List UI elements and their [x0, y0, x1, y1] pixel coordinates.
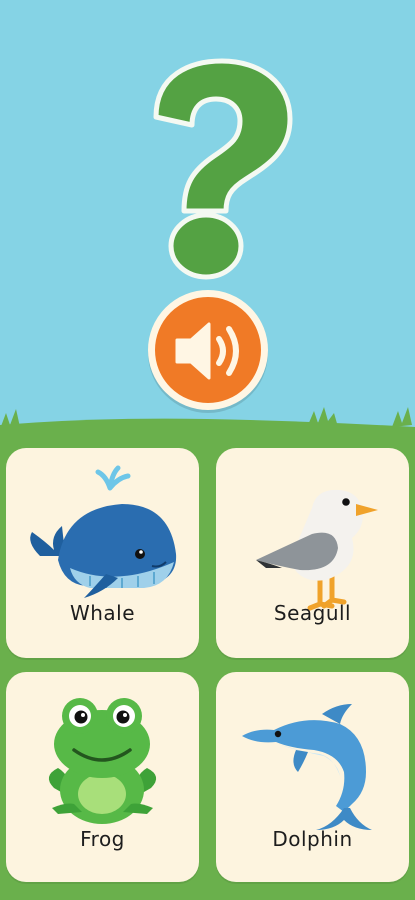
- frog-icon: [48, 698, 157, 824]
- whale-icon: [30, 465, 177, 598]
- dolphin-icon: [242, 704, 372, 830]
- question-mark-icon: [153, 58, 293, 280]
- answer-label: Dolphin: [272, 827, 353, 851]
- answer-card-frog[interactable]: Frog: [6, 672, 199, 882]
- answer-card-whale[interactable]: Whale: [6, 448, 199, 658]
- play-sound-button[interactable]: [148, 290, 268, 410]
- answer-label: Frog: [80, 827, 125, 851]
- answer-label: Seagull: [273, 601, 352, 625]
- answer-card-seagull[interactable]: Seagull: [216, 448, 409, 658]
- speaker-icon: [175, 322, 239, 380]
- answer-label: Whale: [69, 601, 136, 625]
- answer-card-dolphin[interactable]: Dolphin: [216, 672, 409, 882]
- seagull-icon: [256, 489, 378, 611]
